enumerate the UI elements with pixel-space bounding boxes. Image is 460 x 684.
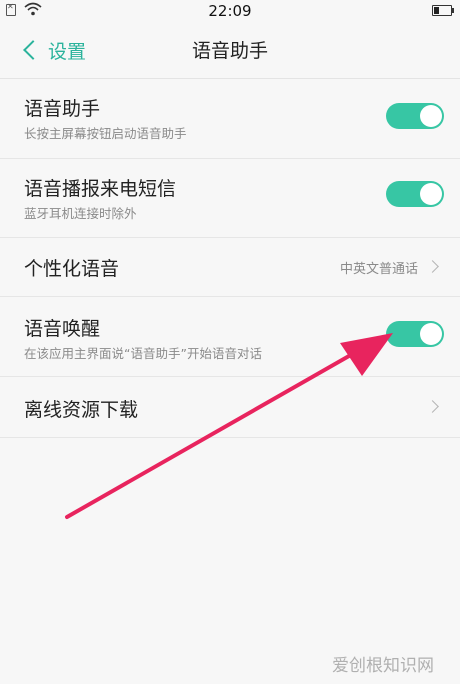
annotation-arrow-icon xyxy=(65,333,393,519)
watermark: 爱创根知识网 xyxy=(332,656,434,676)
